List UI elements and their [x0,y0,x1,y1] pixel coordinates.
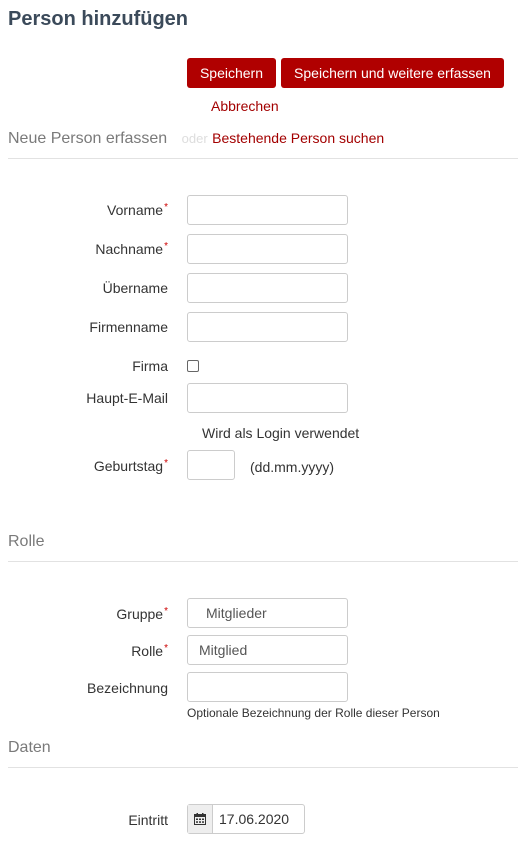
eintritt-date-value[interactable]: 17.06.2020 [213,805,289,833]
search-existing-person-link[interactable]: Bestehende Person suchen [212,130,384,146]
rolle-input[interactable]: Mitglied [187,635,348,665]
role-heading: Rolle [8,533,45,550]
vorname-label: Vorname* [107,202,168,218]
firma-checkbox[interactable] [187,360,199,372]
required-marker: * [164,202,168,213]
email-help-text: Wird als Login verwendet [202,425,360,441]
firmenname-label: Firmenname [89,319,168,335]
vorname-input[interactable] [187,195,348,225]
firma-label: Firma [132,358,168,374]
role-section-header: Rolle [8,533,518,562]
data-section-header: Daten [8,739,518,768]
new-person-heading: Neue Person erfassen [8,130,168,147]
cancel-link[interactable]: Abbrechen [211,98,279,114]
required-marker: * [164,606,168,617]
gruppe-label: Gruppe* [116,606,168,622]
page-title: Person hinzufügen [8,8,188,30]
firmenname-input[interactable] [187,312,348,342]
email-input[interactable] [187,383,348,413]
geburtstag-input[interactable] [187,450,235,480]
required-marker: * [164,458,168,469]
calendar-icon[interactable] [188,805,213,833]
bezeichnung-label: Bezeichnung [87,680,168,696]
save-and-add-more-button[interactable]: Speichern und weitere erfassen [281,58,504,88]
uebername-input[interactable] [187,273,348,303]
new-person-section-header: Neue Person erfassen oder Bestehende Per… [8,130,518,159]
or-text: oder [181,131,208,146]
email-label: Haupt-E-Mail [86,390,168,406]
data-heading: Daten [8,739,51,756]
uebername-label: Übername [102,280,168,296]
eintritt-date-field[interactable]: 17.06.2020 [187,804,305,834]
bezeichnung-help-text: Optionale Bezeichnung der Rolle dieser P… [187,706,440,720]
save-button[interactable]: Speichern [187,58,276,88]
nachname-label: Nachname* [95,241,168,257]
bezeichnung-input[interactable] [187,672,348,702]
required-marker: * [164,241,168,252]
rolle-label: Rolle* [131,643,168,659]
geburtstag-label: Geburtstag* [93,458,168,474]
date-format-hint: (dd.mm.yyyy) [250,459,334,475]
required-marker: * [164,643,168,654]
nachname-input[interactable] [187,234,348,264]
eintritt-label: Eintritt [128,812,168,828]
gruppe-select[interactable]: Mitglieder [187,598,348,628]
